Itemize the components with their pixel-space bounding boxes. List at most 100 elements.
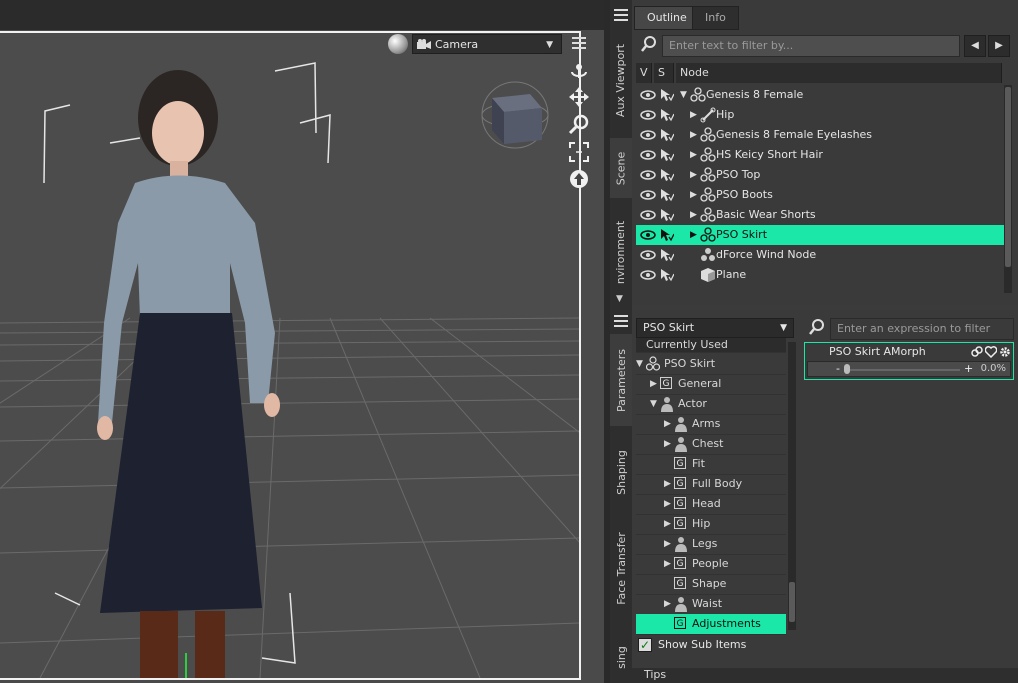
expand-right-icon[interactable]: ▶ xyxy=(690,165,697,185)
expand-right-icon[interactable]: ▶ xyxy=(690,105,697,125)
pointer-icon[interactable] xyxy=(660,188,674,202)
expand-right-icon[interactable]: ▶ xyxy=(664,494,671,514)
outline-row[interactable]: ▼ Genesis 8 Female xyxy=(636,85,1004,105)
slider-handle[interactable] xyxy=(844,364,850,374)
tab-posing[interactable]: sing xyxy=(610,632,632,682)
pane-menu-icon[interactable] xyxy=(614,314,628,328)
show-sub-items-checkbox[interactable]: ✓ Show Sub Items xyxy=(636,636,746,654)
frame-tool[interactable] xyxy=(568,141,590,163)
pointer-icon[interactable] xyxy=(660,168,674,182)
expand-right-icon[interactable]: ▶ xyxy=(664,514,671,534)
expand-right-icon[interactable]: ▶ xyxy=(664,414,671,434)
pointer-icon[interactable] xyxy=(660,108,674,122)
expand-right-icon[interactable]: ▶ xyxy=(690,205,697,225)
scrollbar-thumb[interactable] xyxy=(789,582,795,622)
parameter-group-row[interactable]: ▶ G People xyxy=(636,554,786,575)
outline-row[interactable]: ▶ PSO Boots xyxy=(636,185,1004,205)
parameter-group-row[interactable]: G Fit xyxy=(636,454,786,475)
pointer-icon[interactable] xyxy=(660,128,674,142)
outline-filter-input[interactable]: Enter text to filter by... xyxy=(662,35,960,57)
expand-right-icon[interactable]: ▶ xyxy=(664,534,671,554)
expand-right-icon[interactable]: ▶ xyxy=(664,554,671,574)
pointer-icon[interactable] xyxy=(660,228,674,242)
tab-shaping[interactable]: Shaping xyxy=(610,432,632,512)
viewport[interactable]: Camera ▼ xyxy=(0,0,604,683)
expand-down-icon[interactable]: ▼ xyxy=(680,85,687,105)
pointer-icon[interactable] xyxy=(660,88,674,102)
tab-outline[interactable]: Outline xyxy=(634,6,700,30)
parameter-group-row[interactable]: ▶ Chest xyxy=(636,434,786,455)
expand-right-icon[interactable]: ▶ xyxy=(690,185,697,205)
filter-prev-button[interactable]: ◀ xyxy=(964,35,986,57)
outline-row[interactable]: ▶ Basic Wear Shorts xyxy=(636,205,1004,225)
orbit-tool[interactable] xyxy=(568,60,590,82)
pointer-icon[interactable] xyxy=(660,248,674,262)
expand-right-icon[interactable]: ▶ xyxy=(690,125,697,145)
outline-row[interactable]: Plane xyxy=(636,265,1004,285)
parameter-group-row[interactable]: G Adjustments xyxy=(636,614,786,635)
zoom-tool[interactable] xyxy=(568,113,590,135)
tab-environment[interactable]: nvironment xyxy=(610,206,632,298)
morph-parameter-card[interactable]: PSO Skirt AMorph - + 0.0% xyxy=(804,342,1014,380)
pointer-icon[interactable] xyxy=(660,208,674,222)
parameter-group-row[interactable]: ▶ G Hip xyxy=(636,514,786,535)
bow-tool[interactable] xyxy=(568,168,590,190)
view-cube[interactable] xyxy=(480,80,550,150)
parameter-group-row[interactable]: ▶ G Full Body xyxy=(636,474,786,495)
column-header-visible[interactable]: V xyxy=(636,63,652,83)
morph-slider[interactable]: - + 0.0% xyxy=(807,361,1011,377)
node-select[interactable]: PSO Skirt ▼ xyxy=(636,318,794,338)
parameter-group-row[interactable]: G Shape xyxy=(636,574,786,595)
expand-right-icon[interactable]: ▶ xyxy=(664,474,671,494)
tab-face-transfer[interactable]: Face Transfer xyxy=(610,518,632,618)
outline-scrollbar[interactable] xyxy=(1004,85,1012,293)
pane-menu-icon[interactable] xyxy=(614,8,628,22)
eye-icon[interactable] xyxy=(640,109,656,121)
eye-icon[interactable] xyxy=(640,129,656,141)
parameter-group-row[interactable]: ▶ G General xyxy=(636,374,786,395)
parameter-group-row[interactable]: ▼ Actor xyxy=(636,394,786,415)
eye-icon[interactable] xyxy=(640,149,656,161)
expand-right-icon[interactable]: ▶ xyxy=(664,594,671,614)
eye-icon[interactable] xyxy=(640,209,656,221)
expand-right-icon[interactable]: ▶ xyxy=(664,434,671,454)
pointer-icon[interactable] xyxy=(660,268,674,282)
parameter-group-row[interactable]: ▶ Arms xyxy=(636,414,786,435)
lock-icon[interactable] xyxy=(971,346,983,358)
tips-bar[interactable]: Tips xyxy=(632,668,1018,683)
camera-select[interactable]: Camera ▼ xyxy=(412,34,562,54)
tab-info[interactable]: Info xyxy=(692,6,739,30)
draw-style-ball-icon[interactable] xyxy=(388,34,408,54)
viewport-menu-icon[interactable] xyxy=(572,36,586,50)
outline-row[interactable]: ▶ PSO Top xyxy=(636,165,1004,185)
parameter-group-row[interactable]: ▼ PSO Skirt xyxy=(636,354,786,375)
expand-right-icon[interactable]: ▶ xyxy=(690,225,697,245)
outline-row[interactable]: ▶ Hip xyxy=(636,105,1004,125)
outline-row[interactable]: ▶ HS Keicy Short Hair xyxy=(636,145,1004,165)
filter-next-button[interactable]: ▶ xyxy=(988,35,1010,57)
pan-tool[interactable] xyxy=(568,86,590,108)
expand-down-icon[interactable]: ▼ xyxy=(636,354,643,374)
parameter-filter-input[interactable]: Enter an expression to filter by... xyxy=(830,318,1014,355)
expand-right-icon[interactable]: ▶ xyxy=(650,374,657,394)
morph-value[interactable]: 0.0% xyxy=(981,362,1006,376)
column-header-selectable[interactable]: S xyxy=(654,63,674,83)
plus-icon[interactable]: + xyxy=(964,362,973,376)
eye-icon[interactable] xyxy=(640,169,656,181)
eye-icon[interactable] xyxy=(640,249,656,261)
eye-icon[interactable] xyxy=(640,89,656,101)
category-header[interactable]: Currently Used xyxy=(636,338,786,353)
expand-right-icon[interactable]: ▶ xyxy=(690,145,697,165)
outline-row[interactable]: ▶ PSO Skirt xyxy=(636,225,1004,245)
parameter-group-row[interactable]: ▶ Legs xyxy=(636,534,786,555)
parameter-group-row[interactable]: ▶ Waist xyxy=(636,594,786,615)
minus-icon[interactable]: - xyxy=(836,362,840,376)
gear-icon[interactable] xyxy=(999,346,1011,358)
heart-icon[interactable] xyxy=(985,346,997,358)
pointer-icon[interactable] xyxy=(660,148,674,162)
tab-scene[interactable]: Scene xyxy=(610,138,632,198)
figure-genesis-8-female[interactable] xyxy=(97,70,280,678)
tab-parameters[interactable]: Parameters xyxy=(610,334,632,426)
column-header-node[interactable]: Node xyxy=(676,63,1002,83)
parameter-group-row[interactable]: ▶ G Head xyxy=(636,494,786,515)
